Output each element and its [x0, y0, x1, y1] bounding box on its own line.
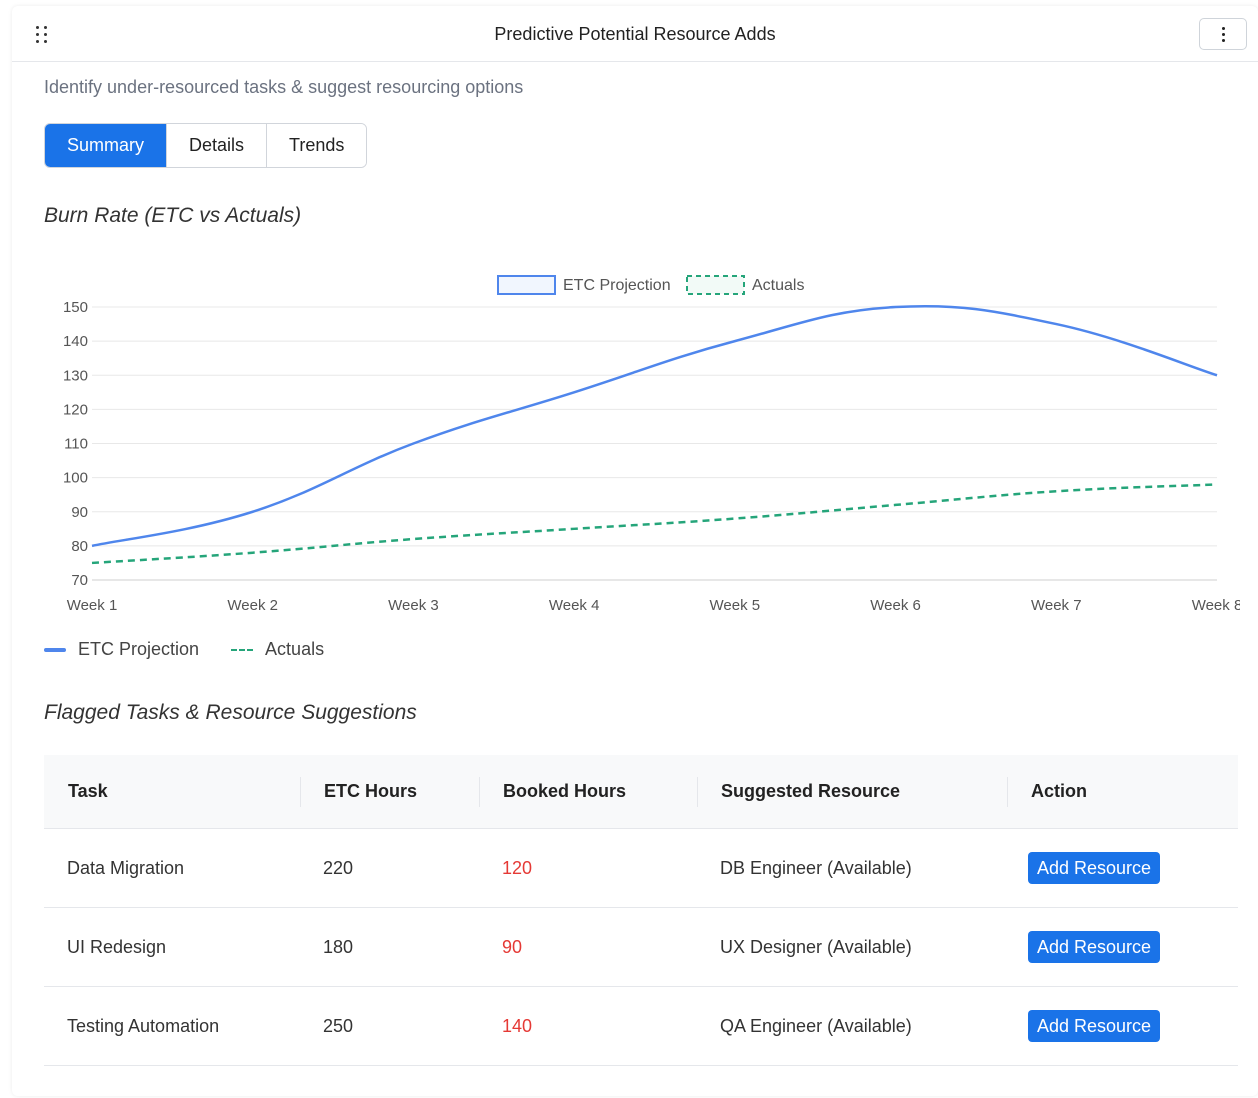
column-header-suggested-resource: Suggested Resource	[697, 755, 1007, 829]
tab-summary[interactable]: Summary	[45, 124, 168, 167]
kebab-dot-icon	[1221, 38, 1225, 42]
booked-hours-cell: 120	[502, 857, 533, 878]
column-header-task: Task	[68, 781, 108, 801]
actuals-legend-text: Actuals	[752, 277, 804, 294]
column-header-booked-hours: Booked Hours	[479, 755, 697, 829]
table-header: Task ETC Hours Booked Hours Suggested Re…	[44, 755, 1238, 829]
y-tick-label: 140	[63, 333, 88, 350]
suggested-resource-cell: UX Designer (Available)	[720, 936, 912, 957]
action-cell: Add Resource	[1007, 852, 1238, 884]
widget-title: Predictive Potential Resource Adds	[494, 24, 776, 44]
table-row: Data Migration 220 120 DB Engineer (Avai…	[44, 829, 1238, 908]
actuals-legend-swatch	[231, 648, 254, 651]
etc-hours-cell: 180	[323, 936, 354, 957]
more-options-button[interactable]	[1199, 18, 1247, 50]
add-resource-button[interactable]: Add Resource	[1028, 931, 1161, 963]
flagged-tasks-title: Flagged Tasks & Resource Suggestions	[44, 701, 417, 724]
widget-subtitle: Identify under-resourced tasks & suggest…	[44, 77, 524, 97]
table-row: Testing Automation 250 140 QA Engineer (…	[44, 987, 1238, 1066]
table-row: UI Redesign 180 90 UX Designer (Availabl…	[44, 908, 1238, 987]
kebab-dot-icon	[1221, 32, 1225, 36]
tab-trends[interactable]: Trends	[267, 124, 367, 167]
x-tick-label: Week 5	[710, 597, 761, 611]
action-cell: Add Resource	[1007, 1010, 1238, 1042]
column-header-etc-hours: ETC Hours	[300, 755, 479, 829]
widget-card: Predictive Potential Resource Adds Ident…	[12, 6, 1258, 1096]
x-tick-label: Week 3	[388, 597, 439, 611]
y-tick-label: 100	[63, 470, 88, 487]
y-tick-label: 120	[63, 401, 88, 418]
x-tick-label: Week 1	[67, 597, 118, 611]
task-cell: Data Migration	[67, 857, 185, 878]
booked-hours-cell: 140	[502, 1015, 533, 1036]
y-tick-label: 130	[63, 367, 88, 384]
y-tick-label: 80	[71, 538, 88, 555]
x-tick-label: Week 8	[1192, 597, 1240, 611]
etc-legend-text: ETC Projection	[563, 277, 671, 294]
x-tick-label: Week 6	[870, 597, 921, 611]
y-tick-label: 90	[71, 504, 88, 521]
burn-rate-chart: 70 80 90 100 110 120 130 140 150 Week 1 Week 2 Week…	[63, 275, 1240, 611]
widget-header: Predictive Potential Resource Adds	[12, 6, 1258, 62]
suggested-resource-cell: DB Engineer (Available)	[720, 857, 912, 878]
actuals-legend-box	[686, 275, 745, 295]
etc-hours-cell: 250	[323, 1015, 354, 1036]
x-tick-label: Week 4	[549, 597, 600, 611]
x-tick-label: Week 2	[227, 597, 278, 611]
etc-hours-cell: 220	[323, 857, 354, 878]
kebab-dot-icon	[1221, 26, 1225, 30]
view-tabs: Summary Details Trends	[44, 123, 368, 168]
bottom-legend: ETC Projection Actuals	[44, 639, 324, 660]
add-resource-button[interactable]: Add Resource	[1028, 1010, 1161, 1042]
y-tick-label: 110	[64, 436, 88, 453]
task-cell: Testing Automation	[67, 1015, 220, 1036]
booked-hours-cell: 90	[502, 936, 523, 957]
action-cell: Add Resource	[1007, 931, 1238, 963]
add-resource-button[interactable]: Add Resource	[1028, 852, 1161, 884]
etc-legend-label: ETC Projection	[78, 639, 200, 659]
etc-series-line	[91, 304, 1218, 548]
actuals-legend-label: Actuals	[265, 639, 325, 659]
suggested-resource-cell: QA Engineer (Available)	[720, 1015, 912, 1036]
column-header-action: Action	[1007, 755, 1238, 829]
actuals-series-line	[91, 483, 1218, 565]
flagged-tasks-table: Task ETC Hours Booked Hours Suggested Re…	[44, 755, 1238, 1066]
etc-legend-box	[497, 275, 556, 295]
burn-rate-title: Burn Rate (ETC vs Actuals)	[44, 204, 302, 227]
task-cell: UI Redesign	[67, 936, 167, 957]
y-tick-label: 150	[63, 299, 88, 316]
x-tick-label: Week 7	[1031, 597, 1082, 611]
tab-details[interactable]: Details	[167, 124, 268, 167]
y-tick-label: 70	[71, 572, 88, 589]
etc-legend-swatch	[44, 647, 66, 652]
